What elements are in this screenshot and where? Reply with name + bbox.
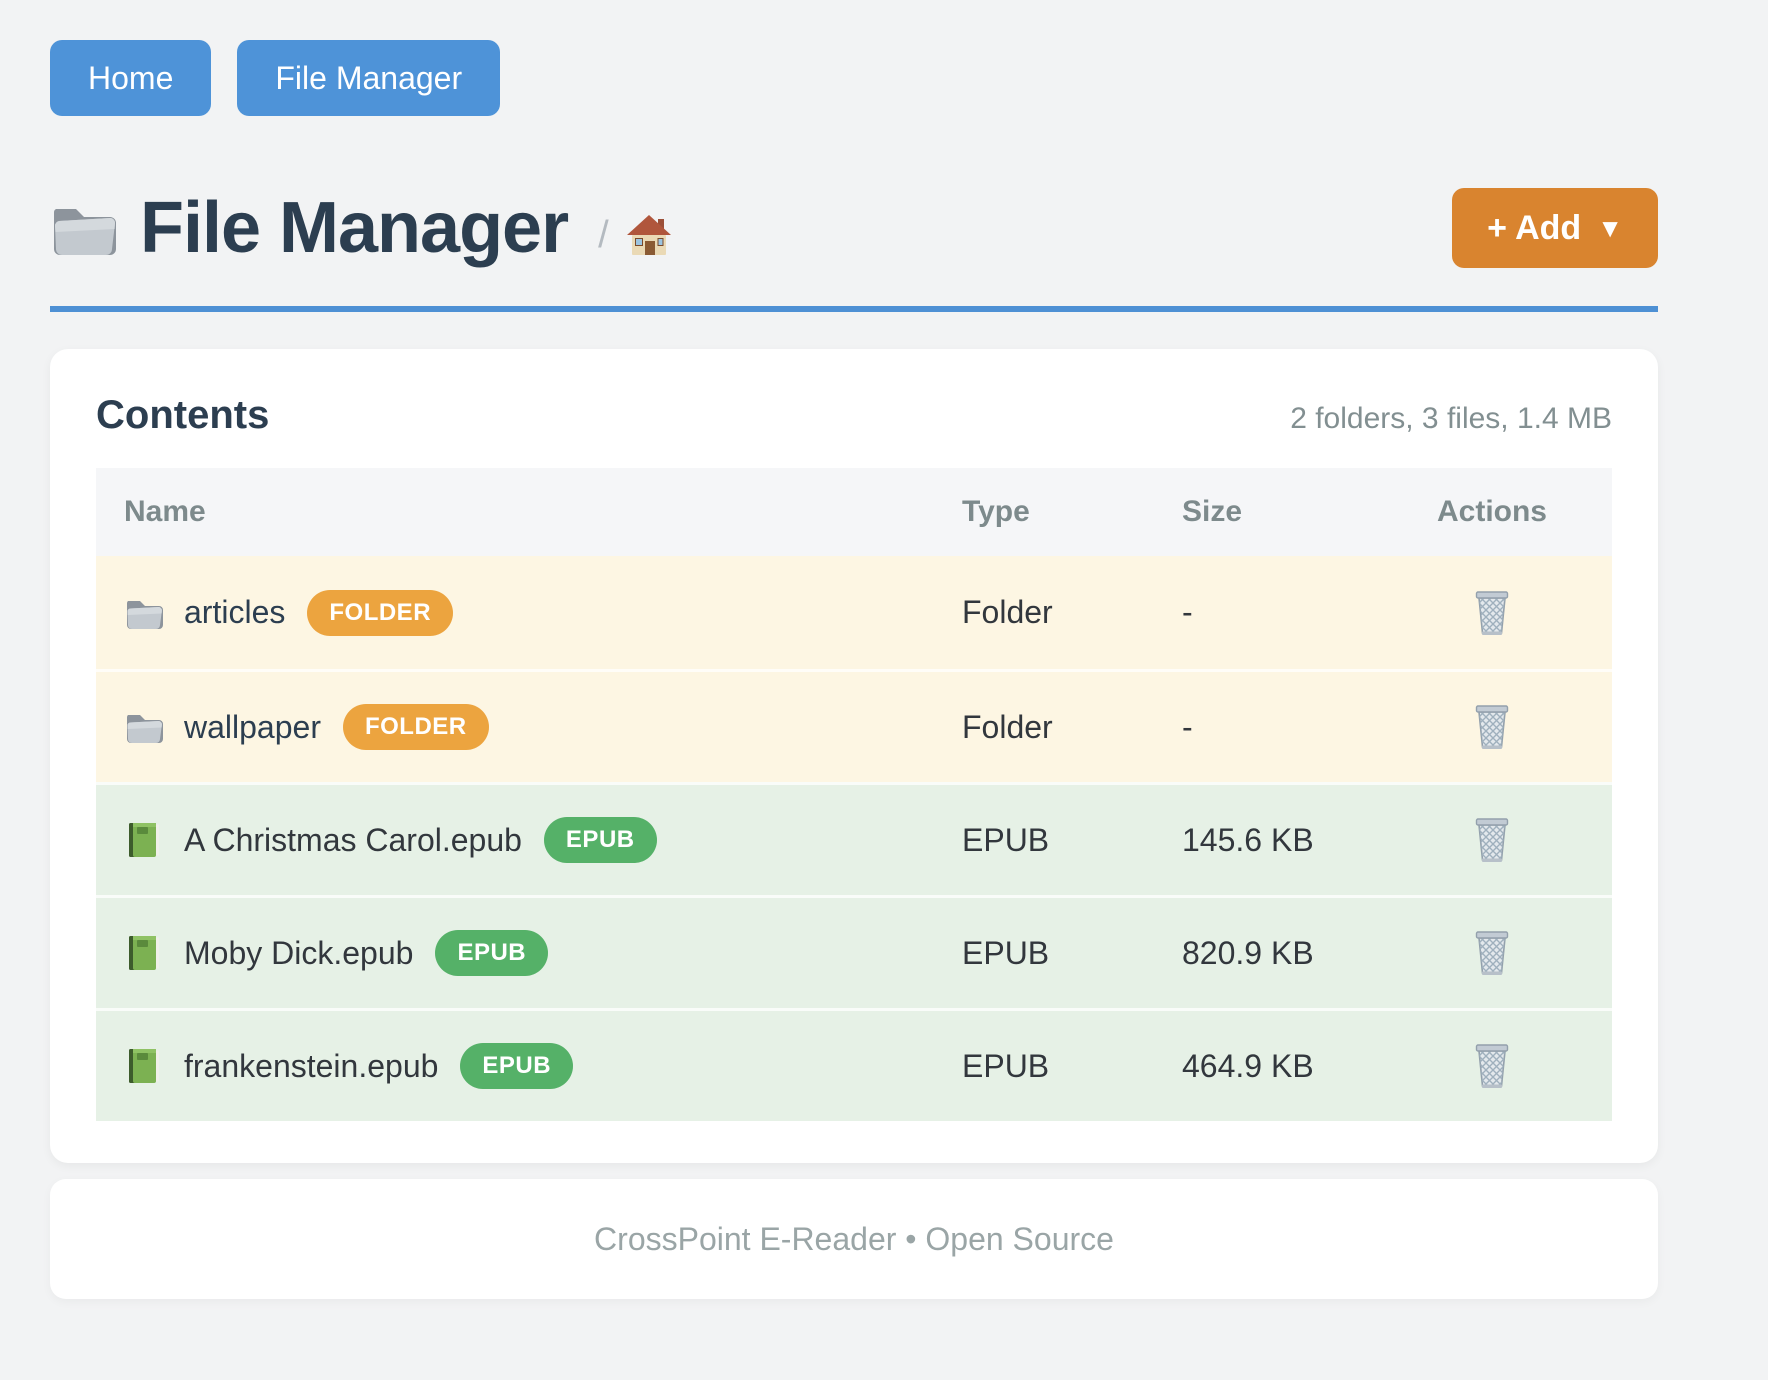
footer-text: CrossPoint E-Reader • Open Source	[594, 1221, 1114, 1258]
type-cell: EPUB	[936, 822, 1154, 859]
add-button-label: + Add	[1487, 209, 1581, 248]
delete-button[interactable]	[1468, 1038, 1516, 1094]
chevron-down-icon: ▼	[1597, 213, 1623, 244]
contents-summary: 2 folders, 3 files, 1.4 MB	[1290, 402, 1612, 436]
file-name: articles	[184, 594, 285, 631]
trash-icon	[1472, 929, 1512, 977]
table-row[interactable]: wallpaper FOLDER Folder -	[96, 669, 1612, 782]
folder-icon	[124, 708, 164, 746]
badge: EPUB	[460, 1043, 573, 1089]
file-manager-button[interactable]: File Manager	[237, 40, 500, 116]
table-row[interactable]: Moby Dick.epub EPUB EPUB 820.9 KB	[96, 895, 1612, 1008]
file-table: Name Type Size Actions articles FOL	[96, 468, 1612, 1121]
green-book-icon	[124, 934, 164, 972]
size-cell: 145.6 KB	[1154, 822, 1372, 859]
trash-icon	[1472, 589, 1512, 637]
file-manager-page: Home File Manager File Manager / + Add	[0, 0, 1768, 1380]
delete-button[interactable]	[1468, 699, 1516, 755]
trash-icon	[1472, 703, 1512, 751]
breadcrumb-separator: /	[598, 214, 609, 257]
table-header-row: Name Type Size Actions	[96, 468, 1612, 556]
delete-button[interactable]	[1468, 812, 1516, 868]
top-nav: Home File Manager	[50, 0, 1658, 116]
green-book-icon	[124, 1047, 164, 1085]
column-header-type: Type	[936, 495, 1154, 529]
delete-button[interactable]	[1468, 585, 1516, 641]
green-book-icon	[124, 821, 164, 859]
type-cell: Folder	[936, 594, 1154, 631]
badge: EPUB	[544, 817, 657, 863]
size-cell: 464.9 KB	[1154, 1048, 1372, 1085]
trash-icon	[1472, 816, 1512, 864]
folder-icon	[50, 199, 118, 257]
table-row[interactable]: articles FOLDER Folder -	[96, 556, 1612, 669]
badge: EPUB	[435, 930, 548, 976]
delete-button[interactable]	[1468, 925, 1516, 981]
column-header-name: Name	[96, 495, 936, 529]
type-cell: EPUB	[936, 935, 1154, 972]
badge: FOLDER	[343, 704, 489, 750]
table-row[interactable]: A Christmas Carol.epub EPUB EPUB 145.6 K…	[96, 782, 1612, 895]
table-row[interactable]: frankenstein.epub EPUB EPUB 464.9 KB	[96, 1008, 1612, 1121]
contents-heading: Contents	[96, 393, 269, 438]
page-title: File Manager	[140, 192, 568, 264]
contents-card: Contents 2 folders, 3 files, 1.4 MB Name…	[50, 349, 1658, 1163]
trash-icon	[1472, 1042, 1512, 1090]
size-cell: -	[1154, 709, 1372, 746]
folder-icon	[124, 594, 164, 632]
footer-card: CrossPoint E-Reader • Open Source	[50, 1179, 1658, 1299]
file-name: A Christmas Carol.epub	[184, 822, 522, 859]
page-header: File Manager / + Add ▼	[50, 188, 1658, 268]
size-cell: 820.9 KB	[1154, 935, 1372, 972]
file-name: frankenstein.epub	[184, 1048, 438, 1085]
home-icon[interactable]	[625, 211, 673, 259]
file-name: Moby Dick.epub	[184, 935, 413, 972]
header-divider	[50, 306, 1658, 312]
badge: FOLDER	[307, 590, 453, 636]
add-button[interactable]: + Add ▼	[1452, 188, 1658, 268]
home-button[interactable]: Home	[50, 40, 211, 116]
type-cell: EPUB	[936, 1048, 1154, 1085]
file-name: wallpaper	[184, 709, 321, 746]
type-cell: Folder	[936, 709, 1154, 746]
column-header-size: Size	[1154, 495, 1372, 529]
table-body: articles FOLDER Folder -	[96, 556, 1612, 1121]
column-header-actions: Actions	[1372, 495, 1612, 529]
size-cell: -	[1154, 594, 1372, 631]
